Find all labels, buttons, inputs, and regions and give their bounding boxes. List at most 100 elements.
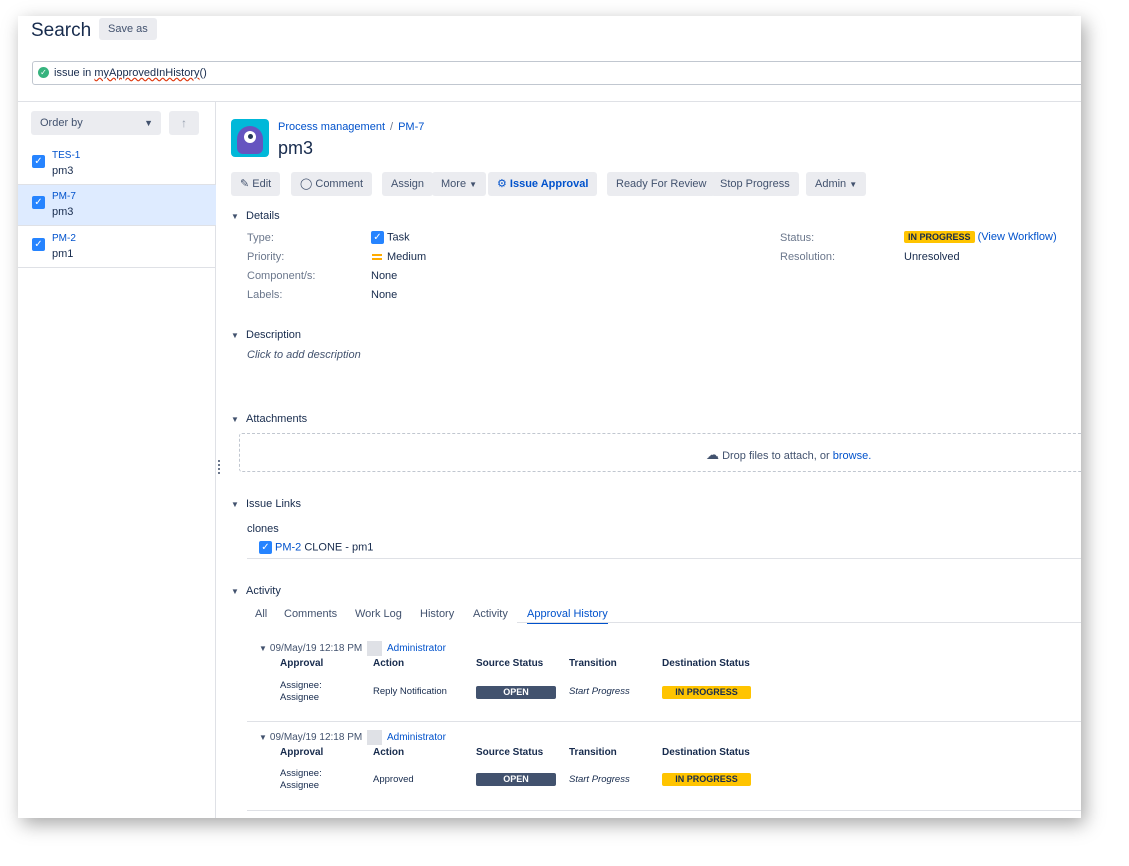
- col-action: Action: [373, 747, 405, 758]
- issue-links-toggle[interactable]: ▼ Issue Links: [231, 498, 301, 510]
- issue-list-item[interactable]: ✓ TES-1 pm3: [18, 144, 216, 185]
- chevron-down-icon: ▼: [231, 212, 239, 221]
- user-avatar: [367, 641, 382, 656]
- view-workflow-link[interactable]: (View Workflow): [978, 231, 1057, 243]
- gear-icon: ⚙: [497, 178, 510, 190]
- pencil-icon: ✎: [240, 178, 253, 190]
- history-entry-time: ▼ 09/May/19 12:18 PM: [259, 643, 363, 654]
- col-destination-status: Destination Status: [662, 747, 750, 758]
- chevron-down-icon: ▼: [144, 118, 153, 128]
- attachments-toggle[interactable]: ▼ Attachments: [231, 413, 307, 425]
- col-action: Action: [373, 658, 405, 669]
- issue-title[interactable]: pm3: [278, 138, 313, 159]
- ready-for-review-button[interactable]: Ready For Review: [607, 172, 716, 196]
- user-link[interactable]: Administrator: [387, 643, 446, 654]
- task-type-icon: ✓: [32, 196, 45, 209]
- approval-cell: Assignee: Assignee: [280, 680, 322, 703]
- task-type-icon: ✓: [371, 231, 384, 244]
- status-value: IN PROGRESS (View Workflow): [904, 231, 1057, 243]
- tab-comments[interactable]: Comments: [284, 608, 337, 620]
- issue-approval-button[interactable]: ⚙ Issue Approval: [488, 172, 598, 196]
- divider: [247, 558, 1081, 559]
- issue-summary: pm3: [52, 165, 74, 177]
- medium-priority-icon: [372, 254, 382, 261]
- description-toggle[interactable]: ▼ Description: [231, 329, 301, 341]
- browse-link[interactable]: browse.: [833, 450, 872, 462]
- tabs-underline: [517, 622, 1081, 623]
- issue-list-item[interactable]: ✓ PM-2 pm1: [18, 227, 216, 268]
- task-type-icon: ✓: [32, 238, 45, 251]
- col-source-status: Source Status: [476, 658, 544, 669]
- tab-history[interactable]: History: [420, 608, 454, 620]
- issue-list-sidebar: Order by ▼ ↑ ✓ TES-1 pm3 ✓ PM-7 pm3 ✓ PM-…: [18, 102, 216, 818]
- labels-label: Labels:: [247, 289, 283, 301]
- issue-key: PM-2: [52, 233, 76, 244]
- admin-button[interactable]: Admin ▼: [806, 172, 867, 196]
- issue-summary: pm3: [52, 206, 74, 218]
- issue-key-link[interactable]: PM-7: [398, 121, 424, 133]
- stop-progress-button[interactable]: Stop Progress: [711, 172, 799, 196]
- col-source-status: Source Status: [476, 747, 544, 758]
- tab-activity[interactable]: Activity: [473, 608, 508, 620]
- divider: [247, 721, 1081, 722]
- chevron-down-icon: ▼: [231, 331, 239, 340]
- more-button[interactable]: More ▼: [432, 172, 487, 196]
- order-by-dropdown[interactable]: Order by ▼: [31, 111, 161, 135]
- approval-cell: Assignee: Assignee: [280, 768, 322, 791]
- issue-detail-panel: Process management / PM-7 pm3 ✎ Edit ◯ Com…: [217, 102, 1081, 818]
- col-transition: Transition: [569, 747, 617, 758]
- priority-value: Medium: [372, 251, 426, 263]
- col-transition: Transition: [569, 658, 617, 669]
- col-approval: Approval: [280, 747, 324, 758]
- user-link[interactable]: Administrator: [387, 732, 446, 743]
- sort-direction-button[interactable]: ↑: [169, 111, 199, 135]
- resolution-label: Resolution:: [780, 251, 836, 263]
- edit-button[interactable]: ✎ Edit: [231, 172, 281, 196]
- col-destination-status: Destination Status: [662, 658, 750, 669]
- user-avatar: [367, 730, 382, 745]
- components-label: Component/s:: [247, 270, 316, 282]
- issue-summary: pm1: [52, 248, 74, 260]
- comment-button[interactable]: ◯ Comment: [291, 172, 373, 196]
- chevron-down-icon: ▼: [469, 180, 478, 189]
- jql-query: issue in myApprovedInHistory(): [54, 67, 207, 79]
- jql-search-input[interactable]: ✓ issue in myApprovedInHistory(): [32, 61, 1081, 85]
- chevron-down-icon: ▼: [849, 180, 858, 189]
- priority-label: Priority:: [247, 251, 285, 263]
- divider: [247, 810, 1081, 811]
- destination-status-lozenge: IN PROGRESS: [662, 686, 751, 699]
- chevron-down-icon[interactable]: ▼: [259, 733, 267, 742]
- chevron-down-icon: ▼: [231, 500, 239, 509]
- type-label: Type:: [247, 232, 274, 244]
- history-entry-time: ▼ 09/May/19 12:18 PM: [259, 732, 363, 743]
- destination-status-lozenge: IN PROGRESS: [662, 773, 751, 786]
- task-type-icon: ✓: [32, 155, 45, 168]
- chevron-down-icon: ▼: [231, 415, 239, 424]
- cloud-upload-icon: ☁: [706, 447, 719, 462]
- linked-issue-key[interactable]: PM-2: [275, 541, 301, 553]
- attachment-dropzone[interactable]: ☁ Drop files to attach, or browse.: [239, 433, 1081, 472]
- arrow-up-icon: ↑: [181, 116, 187, 130]
- type-value: ✓ Task: [371, 231, 410, 244]
- chevron-down-icon[interactable]: ▼: [259, 644, 267, 653]
- valid-check-icon: ✓: [38, 67, 49, 78]
- save-as-button[interactable]: Save as: [99, 18, 157, 40]
- linked-issue[interactable]: ✓ PM-2 CLONE - pm1: [259, 541, 373, 554]
- transition-cell: Start Progress: [569, 774, 630, 785]
- source-status-lozenge: OPEN: [476, 773, 556, 786]
- project-link[interactable]: Process management: [278, 121, 385, 133]
- project-avatar: [231, 119, 269, 157]
- details-toggle[interactable]: ▼ Details: [231, 210, 280, 222]
- action-cell: Approved: [373, 774, 414, 785]
- activity-toggle[interactable]: ▼ Activity: [231, 585, 281, 597]
- assign-button[interactable]: Assign: [382, 172, 434, 196]
- description-field[interactable]: Click to add description: [247, 349, 361, 361]
- issue-list-item-selected[interactable]: ✓ PM-7 pm3: [18, 185, 216, 226]
- source-status-lozenge: OPEN: [476, 686, 556, 699]
- status-lozenge: IN PROGRESS: [904, 231, 975, 243]
- tab-work-log[interactable]: Work Log: [355, 608, 402, 620]
- dropzone-text: ☁ Drop files to attach, or browse.: [706, 447, 872, 462]
- tab-all[interactable]: All: [255, 608, 267, 620]
- app-window: Search Save as ✓ issue in myApprovedInHi…: [18, 16, 1081, 818]
- page-title: Search: [31, 20, 92, 41]
